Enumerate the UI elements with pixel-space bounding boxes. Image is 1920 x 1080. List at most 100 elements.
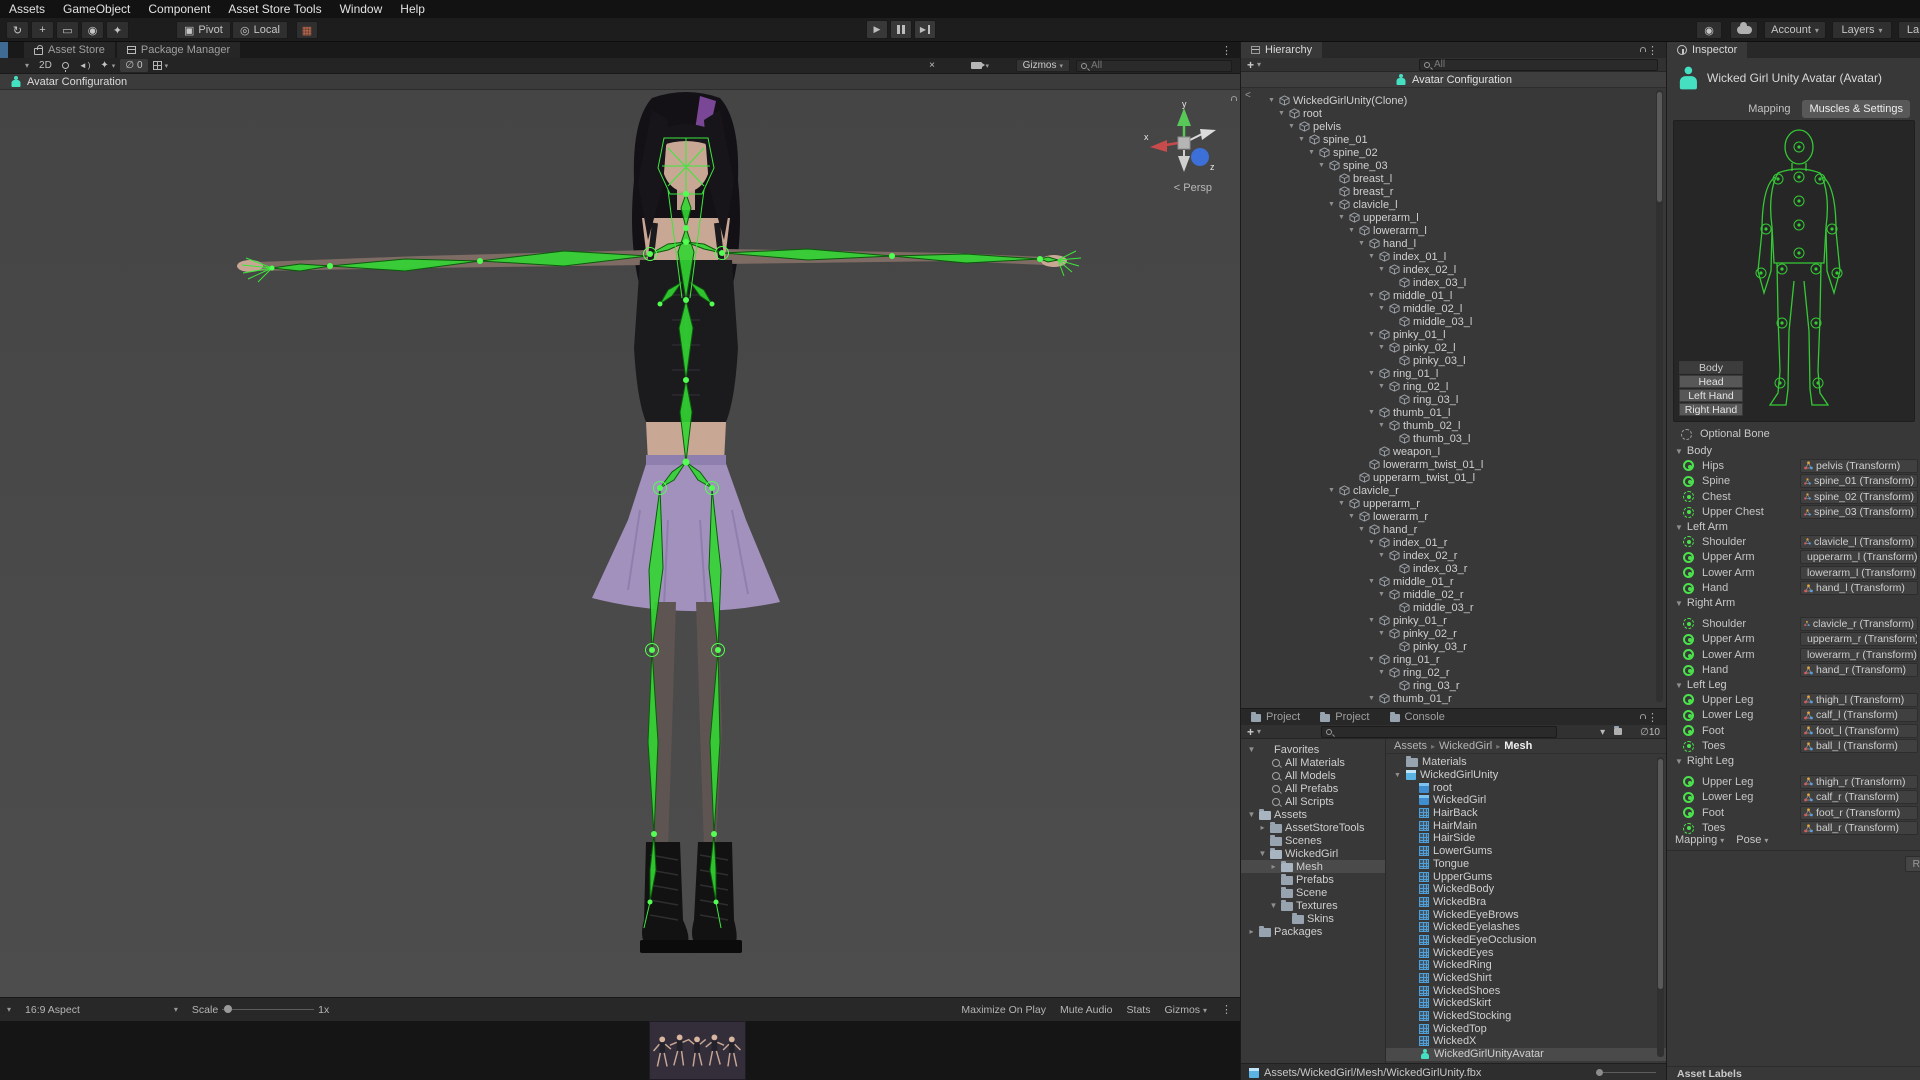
foldout-icon[interactable]: ▼ (1367, 253, 1376, 260)
hierarchy-item[interactable]: ▼ upperarm_r (1241, 497, 1666, 510)
create-button[interactable]: + (1247, 58, 1254, 72)
project-file-item[interactable]: HairSide (1386, 832, 1666, 845)
project-file-item[interactable]: WickedEyeOcclusion (1386, 934, 1666, 947)
hierarchy-item[interactable]: ▼ hand_l (1241, 237, 1666, 250)
hierarchy-item[interactable]: ▼ index_01_r (1241, 536, 1666, 549)
menu-item[interactable]: Assets (0, 0, 54, 18)
project-folder-item[interactable]: ▼ WickedGirl (1241, 847, 1385, 860)
foldout-icon[interactable]: ▼ (1357, 240, 1366, 247)
hierarchy-item[interactable]: ▼ pinky_01_l (1241, 328, 1666, 341)
gizmos-dropdown[interactable]: Gizmos ▾ (1015, 59, 1070, 72)
project-folder-item[interactable]: Prefabs (1241, 873, 1385, 886)
project-folder-item[interactable]: ▸ Mesh (1241, 860, 1385, 873)
create-button[interactable]: + (1247, 725, 1254, 739)
project-file-item[interactable]: WickedTop (1386, 1022, 1666, 1035)
foldout-icon[interactable]: ▼ (1367, 370, 1376, 377)
foldout-icon[interactable]: ▼ (1367, 409, 1376, 416)
project-folder-item[interactable]: All Prefabs (1241, 782, 1385, 795)
panel-menu-icon[interactable]: ⋮ (1647, 44, 1658, 57)
foldout-icon[interactable]: ▼ (1317, 162, 1326, 169)
menu-item[interactable]: Component (139, 0, 219, 18)
project-folder-item[interactable]: ▸ AssetStoreTools (1241, 821, 1385, 834)
hidden-tab-sliver[interactable] (0, 42, 8, 58)
hierarchy-item[interactable]: pinky_03_l (1241, 354, 1666, 367)
hierarchy-item[interactable]: ▼ ring_02_l (1241, 380, 1666, 393)
tools-overlay-icon[interactable]: × (924, 60, 940, 71)
hierarchy-item[interactable]: pinky_03_r (1241, 640, 1666, 653)
tab-inspector[interactable]: Inspector (1667, 42, 1748, 58)
project-scrollbar[interactable] (1657, 757, 1664, 1057)
foldout-icon[interactable]: ▼ (1337, 214, 1346, 221)
snap-settings-button[interactable]: ▦ (296, 21, 318, 39)
tab-asset-store[interactable]: Asset Store (24, 42, 115, 58)
hierarchy-item[interactable]: thumb_03_l (1241, 432, 1666, 445)
foldout-icon[interactable]: ▼ (1367, 617, 1376, 624)
project-file-item[interactable]: Tongue (1386, 858, 1666, 871)
foldout-icon[interactable]: ▸ (1247, 927, 1256, 936)
asset-labels-header[interactable]: Asset Labels (1667, 1066, 1920, 1080)
foldout-icon[interactable]: ▼ (1307, 149, 1316, 156)
project-file-item[interactable]: WickedGirl (1386, 794, 1666, 807)
foldout-icon[interactable]: ▼ (1377, 266, 1386, 273)
foldout-icon[interactable]: ▼ (1337, 500, 1346, 507)
hierarchy-item[interactable]: ▼ middle_02_l (1241, 302, 1666, 315)
audio-toggle[interactable]: ◄) (74, 61, 96, 70)
hierarchy-item[interactable]: ▼ pinky_01_r (1241, 614, 1666, 627)
foldout-icon[interactable]: ▸ (1269, 862, 1278, 871)
foldout-icon[interactable]: ▼ (1367, 695, 1376, 702)
draw-mode-dropdown[interactable]: ▾ (20, 61, 34, 70)
view-tool-button[interactable]: ↻ (6, 21, 29, 39)
hierarchy-item[interactable]: ring_03_r (1241, 679, 1666, 692)
step-button[interactable]: ▶ (914, 20, 936, 39)
foldout-icon[interactable]: ▸ (1258, 823, 1267, 832)
layers-dropdown[interactable]: Layers ▾ (1832, 21, 1892, 39)
project-folder-item[interactable]: ▸ Packages (1241, 925, 1385, 938)
hierarchy-item[interactable]: ▼ pinky_02_r (1241, 627, 1666, 640)
pose-menu-dropdown[interactable]: Pose ▾ (1736, 834, 1768, 846)
hierarchy-item[interactable]: breast_r (1241, 185, 1666, 198)
hierarchy-item[interactable]: ▼ middle_01_l (1241, 289, 1666, 302)
move-tool-button[interactable]: + (31, 21, 54, 39)
custom-tool-button[interactable]: ✦ (106, 21, 129, 39)
scale-slider[interactable]: Scale 1x (185, 1004, 336, 1016)
hierarchy-item[interactable]: breast_l (1241, 172, 1666, 185)
project-file-item[interactable]: WickedBody (1386, 883, 1666, 896)
grid-settings-dropdown[interactable]: ▾ (148, 61, 174, 70)
tab-hierarchy[interactable]: Hierarchy (1241, 42, 1323, 58)
menu-item[interactable]: GameObject (54, 0, 139, 18)
aspect-dropdown[interactable]: 16:9 Aspect ▾ (18, 1004, 185, 1016)
project-file-item[interactable]: LowerGums (1386, 845, 1666, 858)
hierarchy-item[interactable]: ▼ index_01_l (1241, 250, 1666, 263)
hierarchy-item[interactable]: ▼ spine_02 (1241, 146, 1666, 159)
hierarchy-item[interactable]: ▼ upperarm_l (1241, 211, 1666, 224)
project-file-item[interactable]: ▼ WickedGirlUnity (1386, 769, 1666, 782)
hierarchy-search-input[interactable] (1434, 59, 1653, 70)
search-by-label-icon[interactable] (1614, 725, 1623, 738)
pause-button[interactable] (890, 20, 912, 39)
hierarchy-item[interactable]: index_03_r (1241, 562, 1666, 575)
hierarchy-item[interactable]: ▼ ring_01_r (1241, 653, 1666, 666)
bone-object-field[interactable]: upperarm_r (Transform) (1800, 632, 1918, 647)
stats-toggle[interactable]: Stats (1127, 1004, 1151, 1016)
panel-menu-icon[interactable]: ⋮ (1221, 44, 1232, 57)
project-folder-item[interactable]: Skins (1241, 912, 1385, 925)
avatar-config-tab[interactable]: Muscles & Settings (1802, 100, 1910, 118)
bone-section-header[interactable]: ▼ Left Arm (1667, 520, 1920, 534)
game-gizmos-dropdown[interactable]: Gizmos ▾ (1164, 1004, 1207, 1016)
thumbnail-size-slider[interactable] (1596, 1068, 1656, 1076)
project-file-item[interactable]: WickedEyes (1386, 946, 1666, 959)
scene-visibility-toggle[interactable]: ∅ 0 (120, 59, 148, 72)
foldout-icon[interactable]: ▼ (1297, 136, 1306, 143)
project-folder-item[interactable]: ▼ Assets (1241, 808, 1385, 821)
bone-object-field[interactable]: thigh_l (Transform) (1800, 692, 1918, 707)
bone-object-field[interactable]: hand_l (Transform) (1800, 581, 1918, 596)
bone-object-field[interactable]: spine_03 (Transform) (1800, 505, 1918, 520)
project-file-item[interactable]: WickedGirlUnityAvatar (1386, 1047, 1666, 1061)
foldout-icon[interactable]: ▼ (1377, 383, 1386, 390)
perspective-label[interactable]: < Persp (1174, 182, 1212, 194)
bone-object-field[interactable]: lowerarm_r (Transform) (1800, 647, 1918, 662)
project-file-item[interactable]: WickedShirt (1386, 972, 1666, 985)
hierarchy-item[interactable]: ▼ thumb_01_l (1241, 406, 1666, 419)
unity-hub-button[interactable]: ◉ (1696, 21, 1722, 39)
foldout-icon[interactable]: ▼ (1377, 552, 1386, 559)
